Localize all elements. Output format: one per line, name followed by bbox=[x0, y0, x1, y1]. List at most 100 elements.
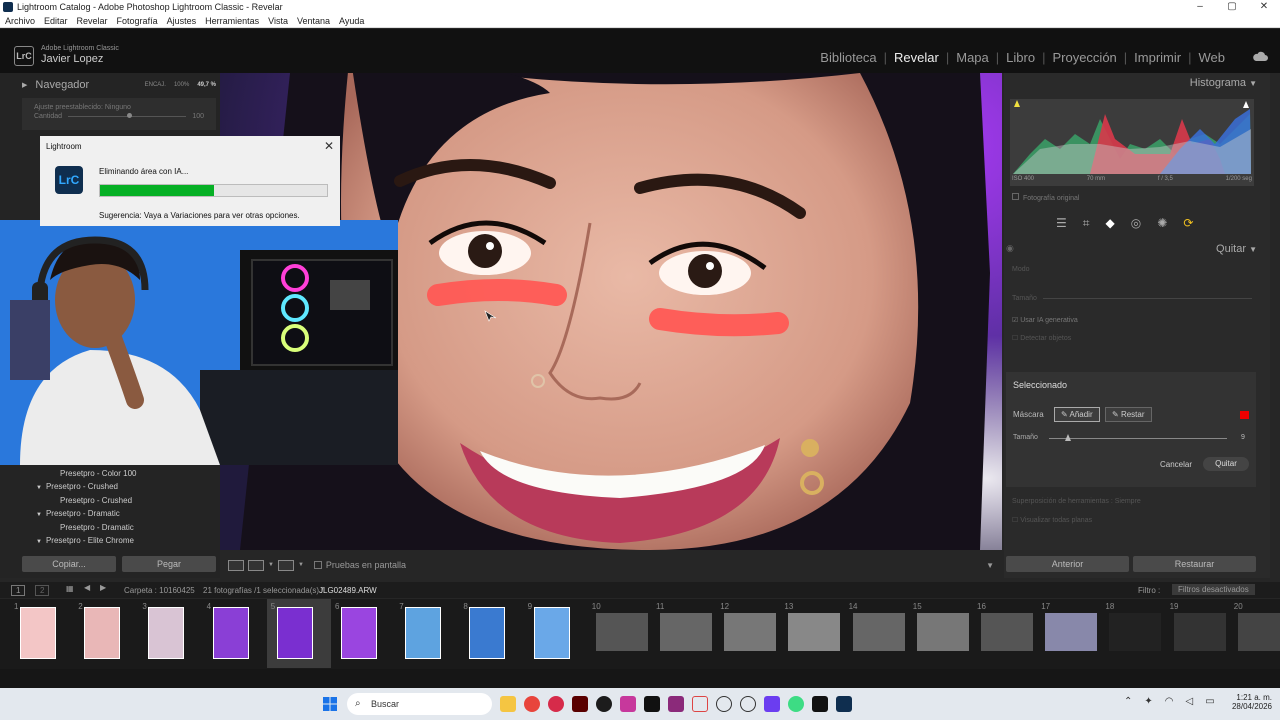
thumbnail[interactable]: 7 bbox=[395, 599, 459, 668]
thumbnail[interactable]: 20 bbox=[1230, 599, 1280, 668]
navigator-header[interactable]: ▶ Navegador ENCAJ. 100% 49,7 % bbox=[22, 76, 216, 94]
menu-fotografia[interactable]: Fotografía bbox=[117, 14, 158, 27]
filter-select[interactable]: Filtros desactivados bbox=[1172, 584, 1255, 595]
file-name[interactable]: JLG02489.ARW bbox=[319, 586, 377, 595]
generative-checkbox[interactable]: ☑ Usar IA generativa bbox=[1012, 316, 1252, 324]
module-proyeccion[interactable]: Proyección bbox=[1045, 50, 1123, 65]
android-icon[interactable] bbox=[788, 696, 804, 712]
menu-archivo[interactable]: Archivo bbox=[5, 14, 35, 27]
forward-arrow-icon[interactable]: ▶ bbox=[100, 583, 106, 592]
amount-slider[interactable] bbox=[68, 113, 187, 118]
taskbar-clock[interactable]: 1:21 a. m. 28/04/2026 bbox=[1224, 693, 1272, 711]
zoom-fit[interactable]: ENCAJ. bbox=[145, 82, 166, 88]
edit-sliders-icon[interactable]: ☰ bbox=[1056, 216, 1067, 231]
preset-value[interactable]: Ninguno bbox=[105, 104, 131, 111]
battery-icon[interactable]: ▭ bbox=[1205, 696, 1214, 707]
before-after-icon[interactable] bbox=[277, 559, 294, 571]
histogram[interactable] bbox=[1010, 99, 1254, 186]
instagram-icon[interactable] bbox=[620, 696, 636, 712]
thumbnail[interactable]: 19 bbox=[1166, 599, 1230, 668]
module-libro[interactable]: Libro bbox=[999, 50, 1042, 65]
app-icon[interactable] bbox=[668, 696, 684, 712]
subtract-mask-button[interactable]: ✎ Restar bbox=[1105, 407, 1152, 422]
preset-folder[interactable]: ▼ Presetpro - Elite Chrome bbox=[22, 534, 216, 547]
whatsapp-icon[interactable] bbox=[596, 696, 612, 712]
thumbnail[interactable]: 6 bbox=[331, 599, 395, 668]
module-mapa[interactable]: Mapa bbox=[949, 50, 996, 65]
original-photo-toggle[interactable]: Fotografía original bbox=[1012, 193, 1079, 202]
eye-icon[interactable]: ◉ bbox=[1006, 243, 1014, 254]
menu-ventana[interactable]: Ventana bbox=[297, 14, 330, 27]
reset-button[interactable]: Restaurar bbox=[1133, 556, 1256, 572]
lightroom-taskbar-icon[interactable] bbox=[836, 696, 852, 712]
chevron-down-icon[interactable]: ▼ bbox=[268, 562, 274, 568]
thumbnail[interactable]: 14 bbox=[845, 599, 909, 668]
thumbnail[interactable]: 13 bbox=[780, 599, 844, 668]
capcut-icon[interactable] bbox=[644, 696, 660, 712]
thumbnail[interactable]: 8 bbox=[459, 599, 523, 668]
editor-icon[interactable] bbox=[764, 696, 780, 712]
chevron-down-icon[interactable]: ▼ bbox=[298, 562, 304, 568]
eraser-icon[interactable]: ◆ bbox=[1106, 216, 1115, 231]
chevron-up-icon[interactable]: ⌃ bbox=[1124, 696, 1132, 707]
thumbnail[interactable]: 10 bbox=[588, 599, 652, 668]
media-player-icon[interactable] bbox=[548, 696, 564, 712]
close-button[interactable]: ✕ bbox=[1248, 0, 1280, 14]
preset-item[interactable]: Presetpro - Dramatic bbox=[22, 521, 216, 534]
toolbar-menu-icon[interactable]: ▼ bbox=[986, 561, 994, 570]
checkbox[interactable] bbox=[1012, 193, 1019, 200]
minimize-button[interactable]: – bbox=[1184, 0, 1216, 14]
roblox-icon[interactable] bbox=[812, 696, 828, 712]
module-biblioteca[interactable]: Biblioteca bbox=[813, 50, 883, 65]
app-dark-icon[interactable] bbox=[572, 696, 588, 712]
thumbnail[interactable]: 11 bbox=[652, 599, 716, 668]
thumbnail[interactable]: 9 bbox=[524, 599, 588, 668]
menu-revelar[interactable]: Revelar bbox=[77, 14, 108, 27]
openai-icon[interactable] bbox=[716, 696, 732, 712]
crop-icon[interactable]: ⌗ bbox=[1083, 216, 1090, 231]
overlay-value[interactable]: Siempre bbox=[1115, 498, 1141, 505]
menu-vista[interactable]: Vista bbox=[268, 14, 288, 27]
apply-remove-button[interactable]: Quitar bbox=[1203, 457, 1249, 471]
paste-button[interactable]: Pegar bbox=[122, 556, 216, 572]
spark-icon[interactable] bbox=[692, 696, 708, 712]
loupe-view-icon[interactable] bbox=[228, 559, 244, 571]
thumbnail[interactable]: 16 bbox=[973, 599, 1037, 668]
zoom-current[interactable]: 49,7 % bbox=[197, 82, 216, 88]
thumbnail[interactable]: 2 bbox=[74, 599, 138, 668]
preset-folder[interactable]: ▼ Presetpro - Dramatic bbox=[22, 507, 216, 520]
brush-size-slider[interactable] bbox=[1049, 438, 1227, 439]
wifi-icon[interactable]: ◠ bbox=[1165, 696, 1174, 707]
grid-icon[interactable]: ▦ bbox=[66, 584, 74, 593]
menu-ayuda[interactable]: Ayuda bbox=[339, 14, 364, 27]
windows-start-icon[interactable] bbox=[323, 697, 337, 711]
size-slider[interactable] bbox=[1042, 298, 1252, 299]
compare-view-icon[interactable] bbox=[248, 559, 264, 571]
thumbnail[interactable]: 1 bbox=[10, 599, 74, 668]
app-tray-icon[interactable]: ✦ bbox=[1144, 696, 1152, 707]
folder-path[interactable]: Carpeta : 10160425 bbox=[124, 586, 195, 595]
presets-icon[interactable]: ⟳ bbox=[1183, 216, 1193, 231]
module-revelar[interactable]: Revelar bbox=[887, 50, 946, 65]
thumbnail[interactable]: 3 bbox=[138, 599, 202, 668]
file-explorer-icon[interactable] bbox=[500, 696, 516, 712]
filmstrip-scroll[interactable] bbox=[0, 669, 1280, 688]
preset-item[interactable]: Presetpro - Crushed bbox=[22, 494, 216, 507]
speaker-icon[interactable]: ◁ bbox=[1186, 696, 1194, 707]
menu-herramientas[interactable]: Herramientas bbox=[205, 14, 259, 27]
page-1-button[interactable]: 1 bbox=[11, 585, 26, 596]
preset-item[interactable]: Presetpro - Color 100 bbox=[22, 467, 216, 480]
thumbnail[interactable]: 4 bbox=[203, 599, 267, 668]
cloud-icon[interactable] bbox=[1252, 50, 1268, 62]
taskbar-search[interactable]: ⌕ Buscar bbox=[347, 693, 492, 715]
zoom-100[interactable]: 100% bbox=[174, 82, 189, 88]
app-outline-icon[interactable] bbox=[740, 696, 756, 712]
preset-folder[interactable]: ▼ Presetpro - Crushed bbox=[22, 480, 216, 493]
maximize-button[interactable]: ▢ bbox=[1216, 0, 1248, 14]
page-2-button[interactable]: 2 bbox=[35, 585, 50, 596]
thumbnail[interactable]: 18 bbox=[1101, 599, 1165, 668]
histogram-header[interactable]: Histograma ▼ bbox=[1004, 77, 1257, 89]
dialog-close-icon[interactable]: ✕ bbox=[324, 139, 334, 153]
redeye-icon[interactable]: ◎ bbox=[1131, 216, 1141, 231]
remove-panel-header[interactable]: ◉ Quitar ▼ bbox=[1004, 243, 1257, 255]
